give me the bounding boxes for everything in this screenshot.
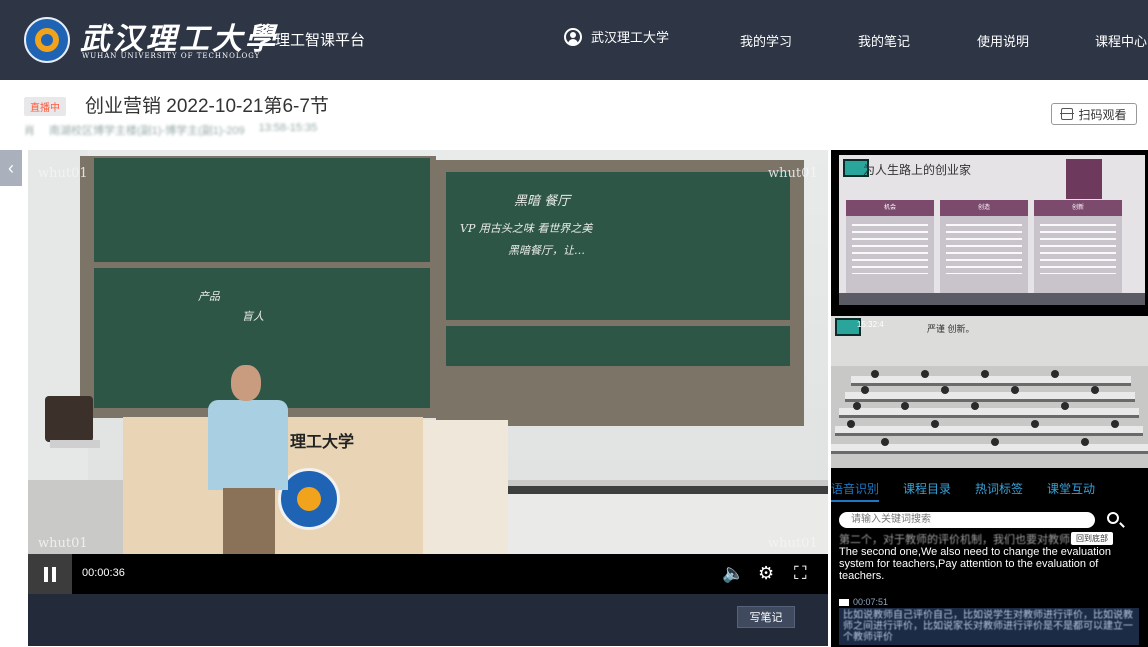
nav-instructions[interactable]: 使用说明 [977, 31, 1029, 50]
side-tabs: 语音识别 课程目录 热词标签 课堂互动 [831, 480, 1148, 502]
play-marker-icon [839, 599, 849, 607]
side-panel: 为人生路上的创业家 机会 创造 创新 15:32:4 严谨 创新。 语音识别 课… [831, 150, 1148, 647]
bag [45, 396, 93, 442]
back-to-bottom-button[interactable]: 回到底部 [1071, 532, 1113, 545]
watermark-bottom-left: whut01 [38, 536, 88, 551]
nav-my-learning[interactable]: 我的学习 [740, 31, 792, 50]
write-note-button[interactable]: 写笔记 [737, 606, 795, 628]
user-menu[interactable]: 武汉理工大学 [564, 27, 669, 46]
classroom-video-feed[interactable]: 15:32:4 严谨 创新。 [831, 316, 1148, 468]
main-video-feed[interactable]: 产品 盲人 黑暗 餐厅 VP 用古头之味 看世界之美 黑暗餐厅，让… 理工大学 … [28, 150, 828, 554]
classroom-location: 南湖校区博学主楼(副1)-博学主(副1)-209 [49, 125, 245, 137]
slide-card-title: 创新 [1034, 200, 1122, 216]
elapsed-time: 00:00:36 [82, 567, 125, 579]
podium-text: 理工大学 [290, 432, 355, 451]
tab-speech-recognition[interactable]: 语音识别 [831, 480, 880, 502]
slide-title: 为人生路上的创业家 [863, 163, 972, 177]
classroom-timestamp: 15:32:4 [857, 320, 884, 329]
transcript-search-input[interactable]: 请输入关键词搜索 [839, 512, 1095, 528]
platform-name: 理工智课平台 [275, 32, 366, 49]
settings-icon[interactable]: ⚙ [758, 563, 774, 583]
video-player: 产品 盲人 黑暗 餐厅 VP 用古头之味 看世界之美 黑暗餐厅，让… 理工大学 … [28, 150, 828, 646]
top-navigation-bar: 武汉理工大學 WUHAN UNIVERSITY OF TECHNOLOGY 理工… [0, 0, 1148, 80]
transcript-timestamp[interactable]: 00:07:51 [839, 596, 1139, 608]
fullscreen-icon[interactable]: ⛶ [794, 563, 807, 583]
watermark-top-right: whut01 [768, 166, 818, 181]
scan-icon [1060, 108, 1075, 120]
pause-button[interactable] [28, 554, 72, 594]
live-status-badge: 直播中 [24, 97, 66, 116]
classroom-board-text: 严谨 创新。 [927, 324, 975, 334]
speech-transcript: 第二个，对于教师的评价机制，我们也要对教师的评价。 The second one… [839, 534, 1139, 645]
tab-course-catalog[interactable]: 课程目录 [903, 480, 951, 502]
scan-to-watch-button[interactable]: 扫码观看 [1051, 103, 1137, 125]
transcript-en-line: The second one,We also need to change th… [839, 546, 1111, 582]
watermark-top-left: whut01 [38, 166, 88, 181]
slide-card-title: 机会 [846, 200, 934, 216]
nav-course-center[interactable]: 课程中心 [1095, 31, 1147, 50]
user-name: 武汉理工大学 [591, 30, 670, 45]
transcript-cn-line: 比如说教师自己评价自己，比如说学生对教师进行评价，比如说教师之间进行评价，比如说… [843, 610, 1133, 643]
user-avatar-icon [564, 27, 582, 46]
volume-icon[interactable]: 🔈 [722, 563, 744, 583]
board-word-blind: 盲人 [242, 310, 264, 323]
university-logo-icon[interactable] [24, 17, 70, 63]
player-controls: 00:00:36 🔈 ⚙ ⛶ [28, 554, 828, 594]
tab-hot-words[interactable]: 热词标签 [975, 480, 1023, 502]
search-icon[interactable] [1107, 512, 1119, 524]
slide-card-title: 创造 [940, 200, 1028, 216]
board-line-3: 黑暗餐厅，让… [508, 244, 585, 257]
university-english-name: WUHAN UNIVERSITY OF TECHNOLOGY [82, 52, 261, 60]
watermark-bottom-right: whut01 [768, 536, 818, 551]
transcript-highlight: 比如说教师自己评价自己，比如说学生对教师进行评价，比如说教师之间进行评价，比如说… [839, 608, 1139, 645]
board-line-2: VP 用古头之味 看世界之美 [460, 222, 593, 235]
scan-to-watch-label: 扫码观看 [1078, 107, 1127, 122]
board-line-1: 黑暗 餐厅 [514, 194, 571, 209]
tab-class-interaction[interactable]: 课堂互动 [1047, 480, 1095, 502]
teacher-name: 肖 [24, 125, 35, 137]
collapse-arrow-icon[interactable]: ‹ [0, 150, 22, 186]
nav-my-notes[interactable]: 我的笔记 [858, 31, 910, 50]
page-title: 创业营销 2022-10-21第6-7节 [85, 96, 329, 117]
slide-video-feed[interactable]: 为人生路上的创业家 机会 创造 创新 [839, 155, 1145, 305]
course-meta: 肖 南湖校区博学主楼(副1)-博学主(副1)-209 13:58-15:35 [24, 122, 317, 138]
class-time-range: 13:58-15:35 [258, 122, 318, 134]
board-word-product: 产品 [198, 290, 220, 303]
